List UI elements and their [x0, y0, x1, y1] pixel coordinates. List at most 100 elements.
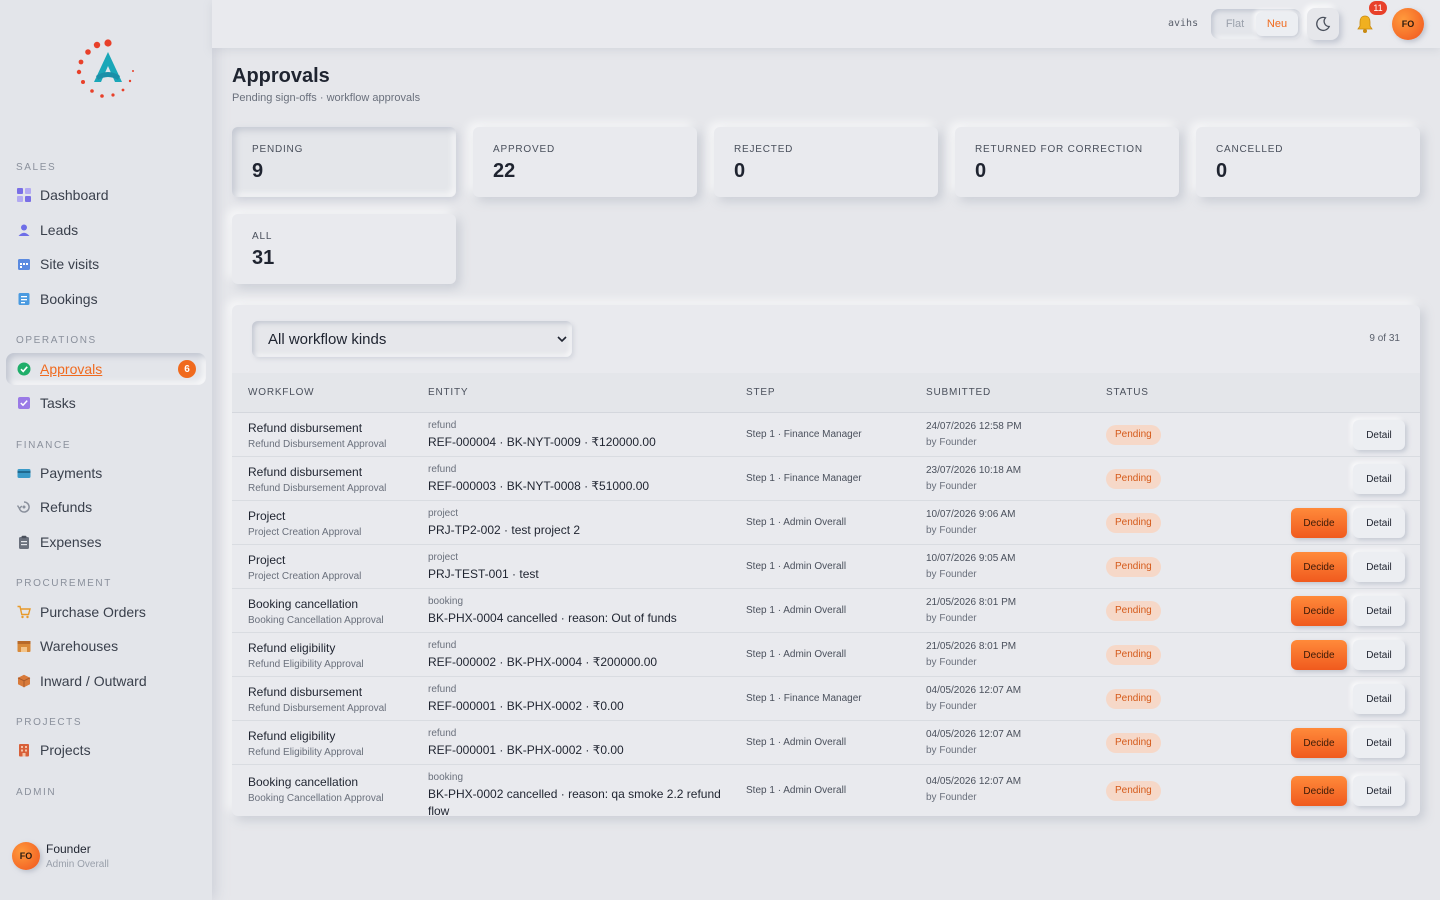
workflow-title: Project	[248, 553, 286, 567]
detail-button[interactable]: Detail	[1353, 420, 1405, 450]
entity-cell: refund REF-000001 · BK-PHX-0002 · ₹0.00	[428, 728, 728, 759]
sidebar-item-site-visits[interactable]: Site visits	[6, 248, 206, 280]
table-header: WORKFLOW ENTITY STEP SUBMITTED STATUS	[232, 373, 1420, 413]
dark-mode-button[interactable]	[1307, 8, 1339, 40]
page-subtitle: Pending sign-offs · workflow approvals	[232, 92, 421, 104]
bell-icon	[1357, 15, 1373, 33]
detail-button[interactable]: Detail	[1353, 596, 1405, 626]
entity-kind: refund	[428, 464, 457, 475]
document-icon	[17, 292, 31, 306]
entity-value: REF-000003 · BK-NYT-0008 · ₹51000.00	[428, 479, 650, 493]
sidebar-item-approvals[interactable]: Approvals 6	[6, 353, 206, 385]
step-cell: Step 1 · Admin Overall	[746, 785, 847, 796]
stat-card-cancelled[interactable]: CANCELLED 0	[1196, 127, 1420, 197]
sidebar-item-label: Site visits	[40, 256, 100, 272]
sidebar-item-purchase-orders[interactable]: Purchase Orders	[6, 596, 206, 628]
table-row: Refund disbursement Refund Disbursement A…	[232, 677, 1420, 721]
toggle-option-flat[interactable]: Flat	[1214, 12, 1256, 36]
submitted-cell: 10/07/2026 9:06 AM by Founder	[926, 509, 1016, 536]
status-badge: Pending	[1106, 733, 1161, 753]
sidebar-item-bookings[interactable]: Bookings	[6, 283, 206, 315]
grid-icon	[17, 188, 31, 202]
profile-avatar[interactable]: FO	[1392, 8, 1424, 40]
sidebar: SALES Dashboard Leads Site visits Bookin…	[0, 0, 212, 900]
section-admin: ADMIN	[16, 787, 57, 798]
submitted-date: 24/07/2026 12:58 PM	[926, 421, 1022, 432]
workflow-kind-select[interactable]: All workflow kinds	[252, 321, 572, 357]
workflow-title: Booking cancellation	[248, 597, 359, 611]
toggle-option-neu[interactable]: Neu	[1256, 12, 1298, 36]
submitted-by: by Founder	[926, 745, 977, 756]
workflow-title: Booking cancellation	[248, 775, 359, 789]
entity-kind: refund	[428, 640, 457, 651]
sidebar-item-refunds[interactable]: Refunds	[6, 491, 206, 523]
column-header-workflow: WORKFLOW	[248, 387, 315, 398]
status-badge: Pending	[1106, 425, 1161, 445]
entity-cell: refund REF-000003 · BK-NYT-0008 · ₹51000.…	[428, 464, 728, 495]
decide-button[interactable]: Decide	[1291, 508, 1347, 538]
decide-button[interactable]: Decide	[1291, 728, 1347, 758]
sidebar-item-payments[interactable]: Payments	[6, 457, 206, 489]
submitted-cell: 21/05/2026 8:01 PM by Founder	[926, 641, 1016, 668]
submitted-cell: 24/07/2026 12:58 PM by Founder	[926, 421, 1022, 448]
current-user[interactable]: FO Founder Admin Overall	[12, 842, 109, 870]
stat-card-approved[interactable]: APPROVED 22	[473, 127, 697, 197]
user-role: Admin Overall	[46, 859, 109, 870]
sidebar-item-label: Approvals	[40, 361, 103, 377]
sidebar-item-inward-outward[interactable]: Inward / Outward	[6, 665, 206, 697]
stat-card-all[interactable]: ALL 31	[232, 214, 456, 284]
stat-card-pending[interactable]: PENDING 9	[232, 127, 456, 197]
stat-value: 22	[493, 160, 516, 182]
cart-icon	[17, 605, 31, 619]
theme-style-toggle[interactable]: Flat Neu	[1211, 9, 1301, 39]
detail-button[interactable]: Detail	[1353, 684, 1405, 714]
check-circle-icon	[17, 362, 31, 376]
stat-label: RETURNED FOR CORRECTION	[975, 144, 1143, 155]
approvals-count-badge: 6	[178, 360, 196, 378]
sidebar-item-tasks[interactable]: Tasks	[6, 387, 206, 419]
stat-card-rejected[interactable]: REJECTED 0	[714, 127, 938, 197]
submitted-cell: 23/07/2026 10:18 AM by Founder	[926, 465, 1021, 492]
stat-label: REJECTED	[734, 144, 794, 155]
detail-button[interactable]: Detail	[1353, 776, 1405, 806]
workflow-title: Project	[248, 509, 286, 523]
section-sales: SALES	[16, 162, 57, 173]
decide-button[interactable]: Decide	[1291, 640, 1347, 670]
workflow-subtitle: Booking Cancellation Approval	[248, 793, 384, 804]
table-row: Refund eligibility Refund Eligibility App…	[232, 633, 1420, 677]
step-cell: Step 1 · Admin Overall	[746, 649, 847, 660]
sidebar-item-label: Expenses	[40, 534, 102, 550]
step-cell: Step 1 · Finance Manager	[746, 693, 862, 704]
sidebar-item-warehouses[interactable]: Warehouses	[6, 630, 206, 662]
column-header-step: STEP	[746, 387, 776, 398]
sidebar-item-label: Refunds	[40, 499, 93, 515]
sidebar-item-projects[interactable]: Projects	[6, 734, 206, 766]
status-badge: Pending	[1106, 513, 1161, 533]
entity-value: BK-PHX-0002 cancelled · reason: qa smoke…	[428, 787, 721, 816]
warehouse-icon	[17, 639, 31, 653]
sidebar-item-leads[interactable]: Leads	[6, 214, 206, 246]
section-finance: FINANCE	[16, 440, 72, 451]
submitted-by: by Founder	[926, 657, 977, 668]
submitted-cell: 10/07/2026 9:05 AM by Founder	[926, 553, 1016, 580]
submitted-date: 04/05/2026 12:07 AM	[926, 776, 1022, 787]
detail-button[interactable]: Detail	[1353, 640, 1405, 670]
sidebar-item-label: Inward / Outward	[40, 673, 147, 689]
sidebar-item-expenses[interactable]: Expenses	[6, 526, 206, 558]
workflow-title: Refund disbursement	[248, 465, 363, 479]
stat-card-returned[interactable]: RETURNED FOR CORRECTION 0	[955, 127, 1179, 197]
stat-label: ALL	[252, 231, 273, 242]
decide-button[interactable]: Decide	[1291, 552, 1347, 582]
detail-button[interactable]: Detail	[1353, 508, 1405, 538]
detail-button[interactable]: Detail	[1353, 728, 1405, 758]
entity-cell: booking BK-PHX-0002 cancelled · reason: q…	[428, 772, 728, 816]
decide-button[interactable]: Decide	[1291, 596, 1347, 626]
detail-button[interactable]: Detail	[1353, 552, 1405, 582]
decide-button[interactable]: Decide	[1291, 776, 1347, 806]
sidebar-item-label: Dashboard	[40, 187, 109, 203]
entity-kind: refund	[428, 420, 457, 431]
workflow-subtitle: Refund Disbursement Approval	[248, 703, 387, 714]
detail-button[interactable]: Detail	[1353, 464, 1405, 494]
sidebar-item-label: Projects	[40, 742, 91, 758]
sidebar-item-dashboard[interactable]: Dashboard	[6, 179, 206, 211]
